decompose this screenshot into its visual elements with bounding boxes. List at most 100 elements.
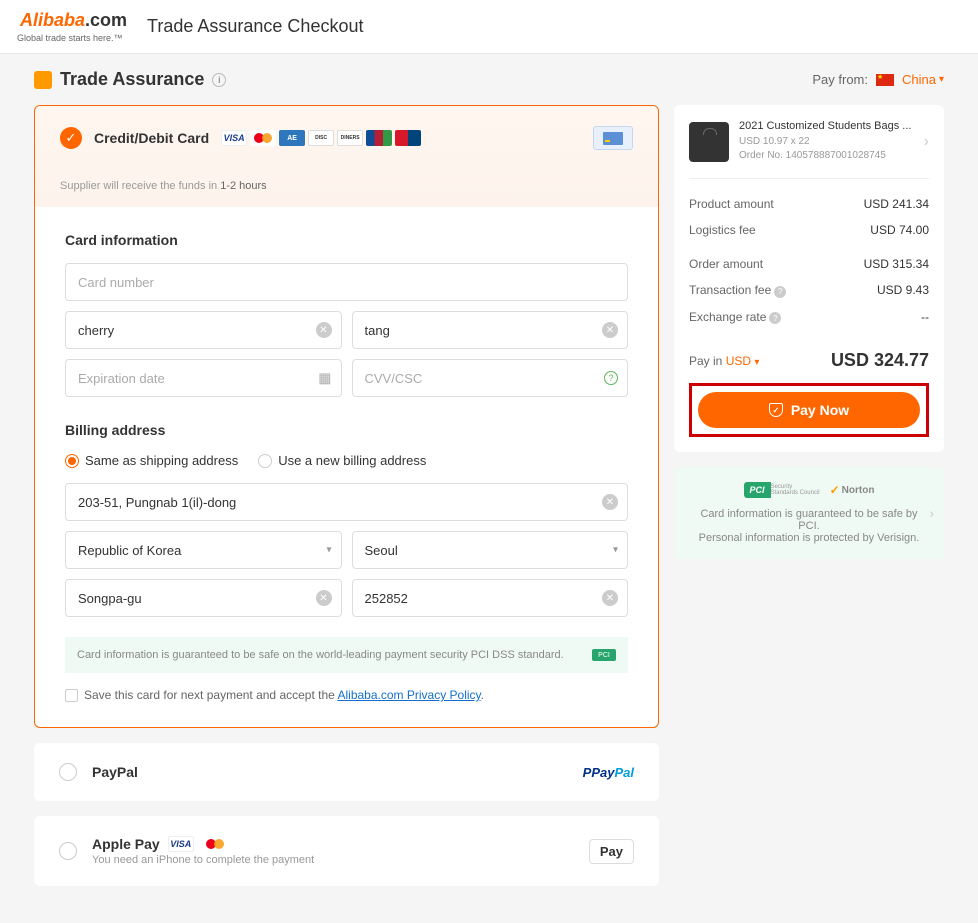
pci-sub: SecurityStandards Council — [771, 484, 820, 496]
exchange-rate-label: Exchange rate? — [689, 310, 781, 325]
product-amount-value: USD 241.34 — [864, 197, 929, 211]
privacy-link[interactable]: Alibaba.com Privacy Policy — [337, 688, 480, 702]
trust-line2: Personal information is protected by Ver… — [694, 532, 924, 544]
new-address-radio[interactable]: Use a new billing address — [258, 453, 426, 468]
page-title: Trade Assurance Checkout — [147, 16, 363, 37]
pay-now-button[interactable]: ✓ Pay Now — [698, 392, 920, 428]
applepay-panel[interactable]: Apple Pay VISA You need an iPhone to com… — [34, 816, 659, 886]
chevron-down-icon: ▾ — [939, 74, 944, 85]
norton-icon: ✓Norton — [830, 483, 875, 497]
transaction-fee-label: Transaction fee? — [689, 283, 786, 298]
order-number: Order No. 140578887001028745 — [739, 149, 914, 163]
clear-icon[interactable]: ✕ — [602, 322, 618, 338]
paypal-label: PayPal — [92, 764, 138, 780]
clear-icon[interactable]: ✕ — [316, 590, 332, 606]
clear-icon[interactable]: ✕ — [602, 494, 618, 510]
amex-icon: AE — [279, 130, 305, 146]
trust-panel: PCI SecurityStandards Council ✓Norton Ca… — [674, 467, 944, 559]
header: Alibaba.com Global trade starts here.™ T… — [0, 0, 978, 54]
applepay-icon: Pay — [589, 839, 634, 864]
chevron-right-icon[interactable]: › — [929, 505, 934, 521]
save-card-checkbox[interactable] — [65, 689, 78, 702]
credit-card-radio[interactable]: ✓ — [60, 127, 82, 149]
postal-input[interactable] — [352, 579, 629, 617]
exchange-rate-value: -- — [921, 310, 929, 325]
card-brand-icons: VISA AE DISC DINERS — [221, 130, 421, 146]
city-select[interactable] — [352, 531, 629, 569]
unionpay-icon — [395, 130, 421, 146]
jcb-icon — [366, 130, 392, 146]
last-name-input[interactable] — [352, 311, 629, 349]
pay-from[interactable]: Pay from: China ▾ — [812, 72, 944, 87]
logistics-value: USD 74.00 — [870, 223, 929, 237]
chevron-down-icon: ▾ — [326, 545, 331, 556]
mastercard-icon — [250, 130, 276, 146]
tagline: Global trade starts here.™ — [17, 33, 127, 43]
paypal-icon: PPayPal — [583, 765, 634, 780]
applepay-label: Apple Pay — [92, 836, 160, 852]
chevron-right-icon: › — [924, 133, 929, 151]
credit-card-panel: ✓ Credit/Debit Card VISA AE DISC DINERS — [34, 105, 659, 728]
same-address-radio[interactable]: Same as shipping address — [65, 453, 238, 468]
diners-icon: DINERS — [337, 130, 363, 146]
clear-icon[interactable]: ✕ — [316, 322, 332, 338]
pci-note: Card information is guaranteed to be saf… — [65, 637, 628, 673]
order-amount-label: Order amount — [689, 257, 763, 271]
pay-now-highlight: ✓ Pay Now — [689, 383, 929, 437]
logo[interactable]: Alibaba.com Global trade starts here.™ — [20, 10, 127, 43]
billing-heading: Billing address — [65, 422, 628, 438]
funds-note: Supplier will receive the funds in 1-2 h… — [60, 180, 633, 192]
card-number-input[interactable] — [65, 263, 628, 301]
cvv-input[interactable] — [352, 359, 629, 397]
trust-line1: Card information is guaranteed to be saf… — [694, 508, 924, 532]
shield-icon — [34, 71, 52, 89]
paypal-radio[interactable] — [59, 763, 77, 781]
mastercard-icon — [202, 836, 228, 852]
chevron-down-icon: ▾ — [613, 545, 618, 556]
card-icon — [593, 126, 633, 150]
applepay-radio[interactable] — [59, 842, 77, 860]
product-title: 2021 Customized Students Bags ... — [739, 120, 914, 132]
product-row[interactable]: 2021 Customized Students Bags ... USD 10… — [689, 120, 929, 179]
radio-icon — [65, 454, 79, 468]
pay-from-country: China — [902, 72, 936, 87]
help-icon[interactable]: ? — [774, 286, 786, 298]
ta-text: Trade Assurance — [60, 69, 204, 90]
applepay-sub: You need an iPhone to complete the payme… — [92, 854, 314, 866]
discover-icon: DISC — [308, 130, 334, 146]
credit-card-label: Credit/Debit Card — [94, 130, 209, 146]
country-select[interactable] — [65, 531, 342, 569]
visa-icon: VISA — [168, 836, 194, 852]
address-input[interactable] — [65, 483, 628, 521]
transaction-fee-value: USD 9.43 — [877, 283, 929, 298]
order-summary: 2021 Customized Students Bags ... USD 10… — [674, 105, 944, 452]
visa-icon: VISA — [221, 130, 247, 146]
help-icon[interactable]: ? — [604, 371, 618, 385]
help-icon[interactable]: ? — [769, 312, 781, 324]
logistics-label: Logistics fee — [689, 223, 756, 237]
card-info-heading: Card information — [65, 232, 628, 248]
district-input[interactable] — [65, 579, 342, 617]
info-icon[interactable]: i — [212, 73, 226, 87]
china-flag-icon — [876, 74, 894, 86]
pay-from-label: Pay from: — [812, 72, 868, 87]
logo-ali: Alibaba — [20, 10, 85, 30]
calendar-icon[interactable]: ▦ — [318, 370, 331, 387]
radio-icon — [258, 454, 272, 468]
first-name-input[interactable] — [65, 311, 342, 349]
product-amount-label: Product amount — [689, 197, 774, 211]
logo-com: .com — [85, 10, 127, 30]
clear-icon[interactable]: ✕ — [602, 590, 618, 606]
order-amount-value: USD 315.34 — [864, 257, 929, 271]
total-value: USD 324.77 — [831, 350, 929, 371]
trade-assurance-heading: Trade Assurance i — [34, 69, 226, 90]
expiration-input[interactable] — [65, 359, 342, 397]
pci-icon: PCI — [592, 649, 616, 661]
paypal-panel[interactable]: PayPal PPayPal — [34, 743, 659, 801]
chevron-down-icon: ▾ — [754, 357, 759, 368]
pci-icon: PCI — [744, 482, 771, 498]
pay-in-selector[interactable]: Pay in USD ▾ — [689, 354, 759, 368]
product-price: USD 10.97 x 22 — [739, 135, 914, 149]
product-image — [689, 122, 729, 162]
shield-icon: ✓ — [769, 403, 783, 417]
